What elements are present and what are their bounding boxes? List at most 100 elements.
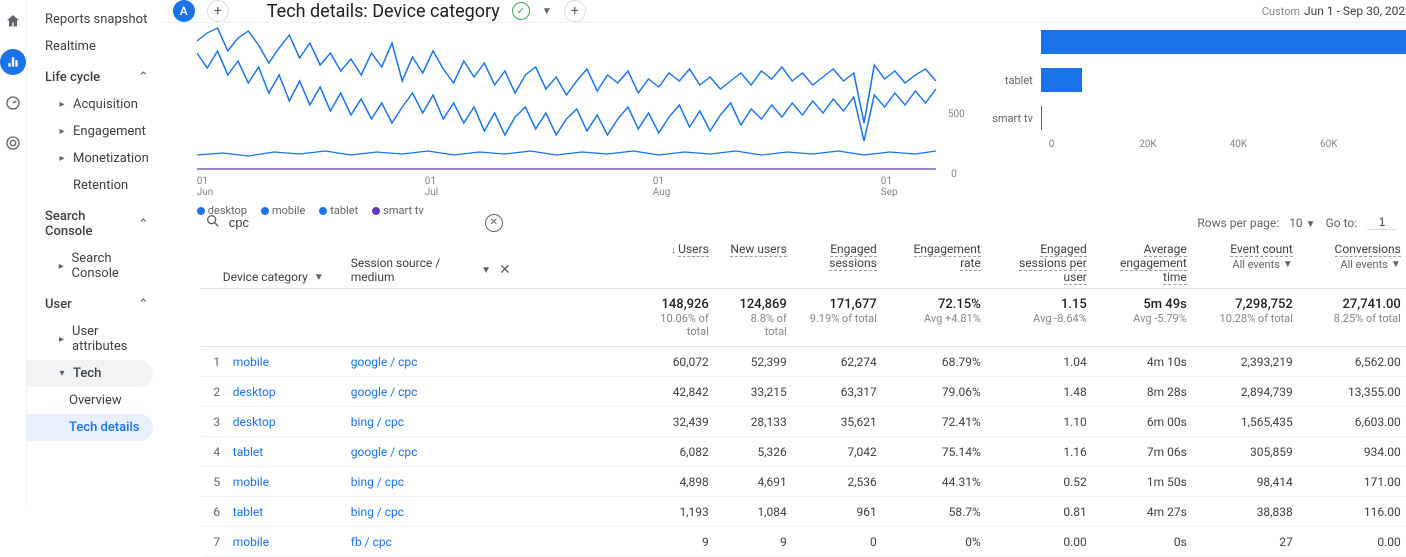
cell-metric: 38,838 [1197,505,1303,519]
explore-icon[interactable] [1,91,25,115]
y-tick-0: 0 [951,169,957,180]
cell-device-category[interactable]: mobile [233,535,351,549]
sidebar-tech-overview[interactable]: Overview [27,387,161,414]
cell-source-medium[interactable]: google / cpc [351,385,511,399]
cell-metric: 27 [1197,535,1303,549]
dimension-2-header[interactable]: Session source / medium▼✕ [351,256,511,284]
topbar: A + Tech details: Device category ✓ ▼ + … [161,0,1406,23]
cell-device-category[interactable]: desktop [233,385,351,399]
sidebar-monetization[interactable]: ▸Monetization [27,145,161,172]
reports-icon[interactable] [0,49,26,75]
cell-device-category[interactable]: mobile [233,475,351,489]
page-title: Tech details: Device category [267,1,500,22]
cell-metric: 32,439 [633,415,719,429]
caret-icon: ▾ [57,368,67,379]
cell-source-medium[interactable]: google / cpc [351,445,511,459]
caret-icon: ▸ [57,99,67,110]
title-dropdown[interactable]: ▼ [542,6,552,17]
column-header[interactable]: Engaged sessions per user [991,242,1097,284]
rail-nav [0,0,27,506]
label: Search Console [72,251,149,281]
bar-row [981,23,1406,61]
column-header[interactable]: ConversionsAll events ▼ [1303,242,1406,284]
cell-device-category[interactable]: desktop [233,415,351,429]
cell-device-category[interactable]: mobile [233,355,351,369]
sidebar-reports-snapshot[interactable]: Reports snapshot [27,6,161,33]
column-header[interactable]: Engaged sessions [797,242,887,284]
cell-source-medium[interactable]: fb / cpc [351,535,511,549]
total-cell: 27,741.008.25% of total [1303,297,1406,338]
label: Acquisition [73,97,138,112]
legend-item[interactable]: tablet [319,204,358,217]
cell-metric: 75.14% [887,445,991,459]
goto-input[interactable] [1367,215,1397,230]
cell-source-medium[interactable]: bing / cpc [351,415,511,429]
chevron-up-icon: ⌃ [138,297,149,312]
sidebar-tech[interactable]: ▾Tech [27,360,153,387]
sidebar-tech-details[interactable]: Tech details [27,414,153,441]
sidebar-life-cycle[interactable]: Life cycle⌃ [27,60,161,91]
sidebar-user-attributes[interactable]: ▸User attributes [27,318,161,360]
cell-metric: 305,859 [1197,445,1303,459]
legend-item[interactable]: mobile [261,204,305,217]
cell-source-medium[interactable]: google / cpc [351,355,511,369]
cell-device-category[interactable]: tablet [233,445,351,459]
advertising-icon[interactable] [1,131,25,155]
legend-item[interactable]: desktop [197,204,247,217]
row-index: 3 [201,415,233,429]
bar-label: tablet [981,74,1041,87]
cell-source-medium[interactable]: bing / cpc [351,475,511,489]
home-icon[interactable] [1,9,25,33]
cell-source-medium[interactable]: bing / cpc [351,505,511,519]
chevron-up-icon: ⌃ [138,217,149,232]
cell-metric: 6,603.00 [1303,415,1406,429]
sidebar-search-console[interactable]: ▸Search Console [27,245,161,287]
y-tick-500: 500 [948,109,965,120]
segment-chip[interactable]: A [173,0,195,22]
cell-metric: 4,898 [633,475,719,489]
cell-metric: 1,565,435 [1197,415,1303,429]
remove-dimension-button[interactable]: ✕ [499,262,511,278]
row-index: 4 [201,445,233,459]
cell-device-category[interactable]: tablet [233,505,351,519]
cell-metric: 98,414 [1197,475,1303,489]
add-comparison-button[interactable]: + [564,0,586,22]
sidebar-realtime[interactable]: Realtime [27,33,161,60]
search-input[interactable] [229,215,489,230]
table-row: 6tabletbing / cpc1,1931,08496158.7%0.814… [201,497,1406,527]
cell-metric: 62,274 [797,355,887,369]
sidebar-search-console-section[interactable]: Search Console ⌃ [27,199,161,245]
column-header[interactable]: Average engagement time [1097,242,1197,284]
cell-metric: 2,894,739 [1197,385,1303,399]
legend-item[interactable]: smart tv [372,204,424,217]
bar-x-tick: 40K [1230,139,1320,150]
sidebar-retention[interactable]: Retention [27,172,161,199]
cell-metric: 4m 10s [1097,355,1197,369]
cell-metric: 1,084 [719,505,797,519]
main: A + Tech details: Device category ✓ ▼ + … [161,0,1406,506]
label: Retention [73,178,128,193]
label: Search Console [45,209,132,239]
column-header[interactable]: New users [719,242,797,284]
label: Realtime [45,39,96,54]
sidebar-user-section[interactable]: User⌃ [27,287,161,318]
total-cell: 72.15%Avg +4.81% [887,297,991,338]
add-segment-button[interactable]: + [207,0,229,22]
rows-per-page-select[interactable]: 10 ▼ [1289,216,1315,230]
chart-legend: desktop mobile tablet smart tv [197,198,941,217]
cell-metric: 961 [797,505,887,519]
sidebar-engagement[interactable]: ▸Engagement [27,118,161,145]
column-header[interactable]: Event countAll events ▼ [1197,242,1303,284]
date-range-value: Jun 1 - Sep 30, 2023 [1304,4,1406,18]
bar-label: smart tv [981,112,1041,125]
line-chart-svg [197,23,941,173]
column-header[interactable]: ↓Users [633,242,719,284]
date-custom-label: Custom [1262,5,1300,18]
date-range-picker[interactable]: CustomJun 1 - Sep 30, 2023 ▼ [1262,4,1406,18]
sidebar-acquisition[interactable]: ▸ Acquisition [27,91,161,118]
cell-metric: 5,326 [719,445,797,459]
column-header[interactable]: Engagement rate [887,242,991,284]
chevron-down-icon: ▼ [1283,259,1293,270]
dimension-1-header[interactable]: Device category▼ [201,270,351,284]
charts-area: 500 0 01Jun 01Jul 01Aug 01Sep desktopmob… [161,23,1406,207]
